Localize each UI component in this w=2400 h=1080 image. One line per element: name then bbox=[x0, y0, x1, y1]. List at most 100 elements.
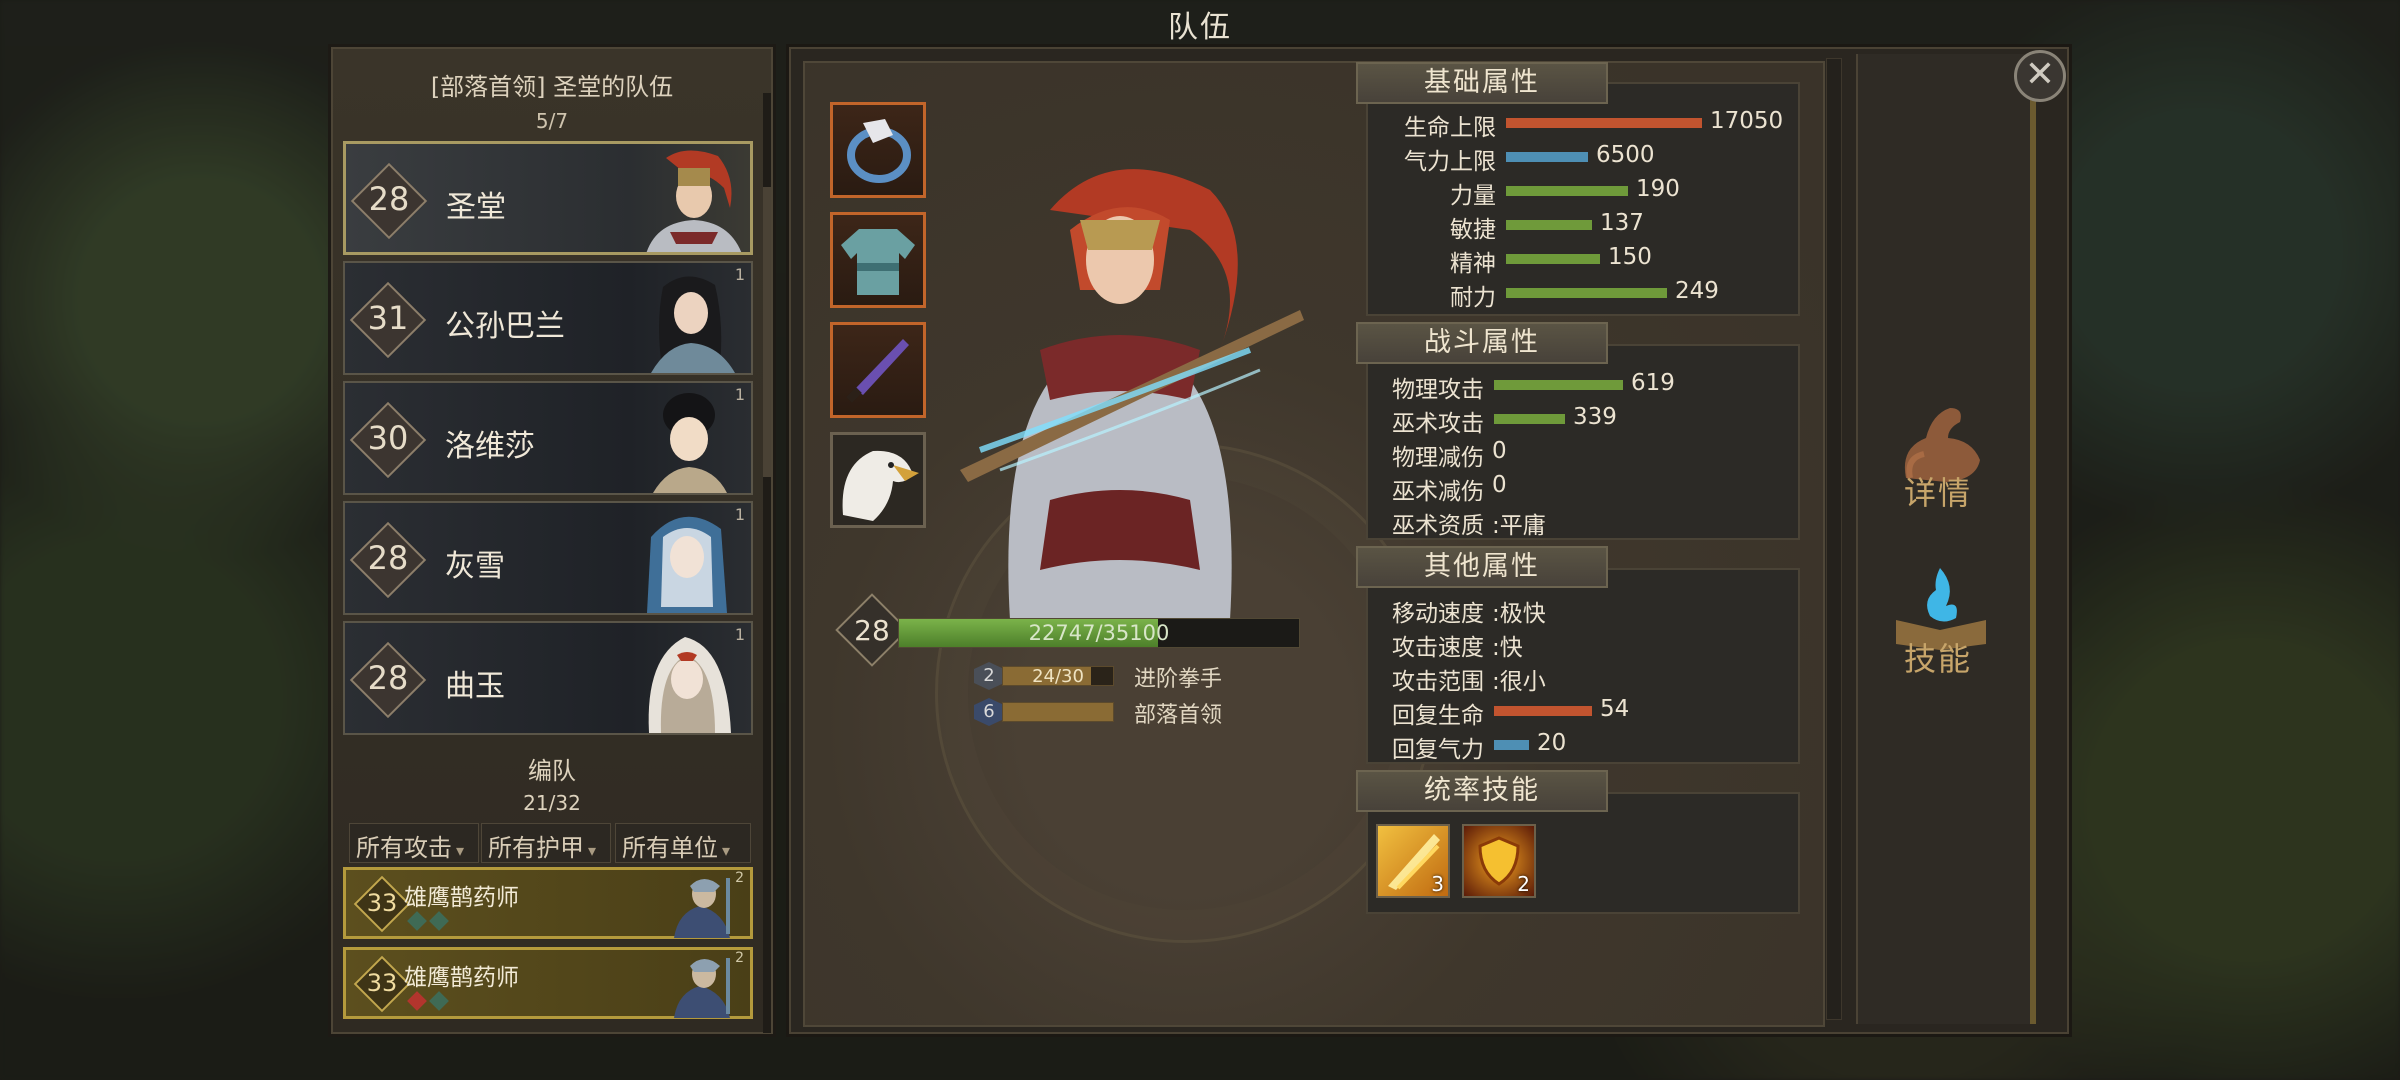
hero-level: 31 bbox=[367, 299, 409, 337]
party-count: 5/7 bbox=[535, 109, 569, 133]
stat-name: 攻击范围 bbox=[1392, 669, 1484, 695]
stat-value: :快 bbox=[1492, 635, 1523, 661]
command-skills-title: 统率技能 bbox=[1356, 770, 1608, 812]
stats-scrollbar[interactable] bbox=[1826, 58, 1842, 1020]
close-icon: ✕ bbox=[2024, 54, 2056, 95]
stat-value: 0 bbox=[1492, 438, 1507, 464]
stat-value: 339 bbox=[1573, 404, 1617, 430]
stat-row: 巫术资质 :平庸 bbox=[1380, 506, 1790, 539]
hero-portrait-icon bbox=[648, 637, 731, 733]
stat-bar bbox=[1506, 220, 1592, 230]
command-skill-1[interactable]: 3 bbox=[1376, 824, 1450, 898]
attack-filter-value: 所有攻击 bbox=[356, 834, 452, 862]
hero-row-1[interactable]: 28 圣堂 bbox=[343, 141, 753, 255]
title-bar bbox=[1002, 702, 1114, 722]
unit-filter-dropdown[interactable]: 所有单位 ▾ bbox=[615, 823, 751, 863]
stat-bar bbox=[1506, 186, 1628, 196]
experience-bar: 22747/35100 bbox=[898, 618, 1300, 648]
unit-row-1[interactable]: 33 雄鹰鹊药师 2 bbox=[343, 867, 753, 939]
stat-name: 攻击速度 bbox=[1392, 635, 1484, 661]
stat-row: 回复气力 20 bbox=[1380, 730, 1790, 763]
stat-bar bbox=[1494, 414, 1565, 424]
stat-row: 攻击范围 :很小 bbox=[1380, 662, 1790, 695]
hero-name: 圣堂 bbox=[446, 190, 506, 225]
gem-icon bbox=[407, 911, 427, 931]
character-level: 28 bbox=[854, 614, 890, 647]
hero-row-3[interactable]: 30 洛维莎 1 bbox=[343, 381, 753, 495]
stat-value: :极快 bbox=[1492, 601, 1546, 627]
rank-text: 24/30 bbox=[1032, 666, 1084, 687]
hero-level: 28 bbox=[367, 659, 409, 697]
stat-row: 巫术减伤 0 bbox=[1380, 472, 1790, 505]
hero-level: 30 bbox=[367, 419, 409, 457]
hero-name: 公孙巴兰 bbox=[445, 309, 565, 344]
party-scrollbar-thumb[interactable] bbox=[763, 187, 771, 477]
stat-value: 20 bbox=[1537, 730, 1567, 756]
hero-name: 灰雪 bbox=[445, 549, 505, 584]
close-button[interactable]: ✕ bbox=[2014, 50, 2066, 102]
attack-filter-dropdown[interactable]: 所有攻击 ▾ bbox=[349, 823, 479, 863]
skills-button[interactable]: 技能 bbox=[1886, 560, 2006, 680]
stat-row: 气力上限 6500 bbox=[1380, 142, 1790, 175]
unit-level: 33 bbox=[366, 889, 398, 917]
chevron-down-icon: ▾ bbox=[722, 841, 731, 860]
details-label: 详情 bbox=[1904, 474, 1973, 512]
armor-filter-value: 所有护甲 bbox=[488, 834, 584, 862]
stat-name: 物理减伤 bbox=[1392, 445, 1484, 471]
armor-slot[interactable] bbox=[830, 212, 926, 308]
skill-count: 3 bbox=[1431, 872, 1444, 896]
stat-bar bbox=[1494, 740, 1529, 750]
gem-icon bbox=[407, 991, 427, 1011]
stat-row: 力量 190 bbox=[1380, 176, 1790, 209]
stat-row: 巫术攻击 339 bbox=[1380, 404, 1790, 437]
stat-name: 巫术资质 bbox=[1392, 513, 1484, 539]
stat-name: 巫术减伤 bbox=[1392, 479, 1484, 505]
gem-icon bbox=[429, 991, 449, 1011]
hero-row-2[interactable]: 31 公孙巴兰 1 bbox=[343, 261, 753, 375]
stat-value: 619 bbox=[1631, 370, 1675, 396]
hero-level: 28 bbox=[367, 539, 409, 577]
armor-filter-dropdown[interactable]: 所有护甲 ▾ bbox=[481, 823, 611, 863]
command-skill-2[interactable]: 2 bbox=[1462, 824, 1536, 898]
stat-name: 生命上限 bbox=[1404, 115, 1496, 141]
stat-row: 物理攻击 619 bbox=[1380, 370, 1790, 403]
ring-slot[interactable] bbox=[830, 102, 926, 198]
other-stats-title: 其他属性 bbox=[1356, 546, 1608, 588]
ring-icon bbox=[847, 119, 911, 183]
hero-portrait-icon bbox=[647, 516, 727, 613]
hero-portrait-icon bbox=[646, 150, 742, 252]
stat-value: 17050 bbox=[1710, 108, 1784, 134]
title-progress: 6 部落首领 bbox=[974, 698, 1294, 728]
stat-bar bbox=[1494, 380, 1623, 390]
title-badge-icon: 6 bbox=[974, 698, 1004, 726]
stat-value: :很小 bbox=[1492, 669, 1546, 695]
stat-row: 耐力 249 bbox=[1380, 278, 1790, 311]
stat-name: 精神 bbox=[1450, 251, 1496, 277]
unit-row-2[interactable]: 33 雄鹰鹊药师 2 bbox=[343, 947, 753, 1019]
stat-row: 移动速度:极快 bbox=[1380, 594, 1790, 627]
stat-value: 150 bbox=[1608, 244, 1652, 270]
hero-row-5[interactable]: 28 曲玉 1 bbox=[343, 621, 753, 735]
mount-slot[interactable] bbox=[830, 432, 926, 528]
stat-name: 耐力 bbox=[1450, 285, 1496, 311]
eagle-icon bbox=[842, 450, 919, 521]
stat-bar bbox=[1506, 254, 1600, 264]
hero-row-4[interactable]: 28 灰雪 1 bbox=[343, 501, 753, 615]
details-button[interactable]: 详情 bbox=[1886, 398, 2006, 512]
hero-portrait-icon bbox=[653, 393, 727, 493]
stat-bar bbox=[1506, 118, 1702, 128]
stat-value: :平庸 bbox=[1492, 513, 1546, 539]
stat-row: 物理减伤 0 bbox=[1380, 438, 1790, 471]
skills-label: 技能 bbox=[1904, 640, 1973, 678]
tunic-icon bbox=[841, 229, 915, 295]
stat-name: 力量 bbox=[1450, 183, 1496, 209]
weapon-slot[interactable] bbox=[830, 322, 926, 418]
stat-name: 敏捷 bbox=[1450, 217, 1496, 243]
title-fill bbox=[1003, 703, 1113, 721]
hero-name: 洛维莎 bbox=[445, 429, 535, 464]
unit-level: 33 bbox=[366, 969, 398, 997]
stat-name: 回复生命 bbox=[1392, 703, 1484, 729]
stat-row: 生命上限 17050 bbox=[1380, 108, 1790, 141]
stat-row: 攻击速度 :快 bbox=[1380, 628, 1790, 661]
stat-name: 气力上限 bbox=[1404, 149, 1496, 175]
